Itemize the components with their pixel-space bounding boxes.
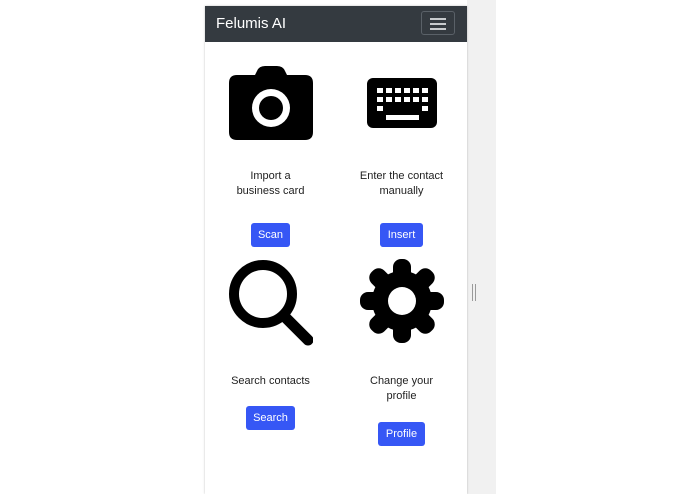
resize-handle[interactable] <box>472 284 477 301</box>
profile-button[interactable]: Profile <box>378 422 425 446</box>
app-frame: Felumis AI Import a business card Scan E… <box>205 6 467 494</box>
camera-icon <box>229 66 313 140</box>
search-button[interactable]: Search <box>246 406 295 430</box>
card-caption: Import a business card <box>236 170 305 197</box>
card-caption: Change your profile <box>370 375 433 402</box>
card-profile: Change your profile Profile <box>336 256 467 456</box>
card-caption: Enter the contact manually <box>359 170 444 197</box>
menu-toggle-button[interactable] <box>421 11 455 35</box>
gear-icon <box>360 259 444 343</box>
viewport-gutter <box>467 0 496 494</box>
insert-button[interactable]: Insert <box>380 223 423 247</box>
card-scan: Import a business card Scan <box>205 42 336 262</box>
search-icon <box>229 260 313 346</box>
hamburger-icon <box>430 18 446 20</box>
brand-title[interactable]: Felumis AI <box>216 15 286 33</box>
card-caption: Search contacts <box>231 375 310 387</box>
card-search: Search contacts Search <box>205 256 336 456</box>
scan-button[interactable]: Scan <box>251 223 290 247</box>
keyboard-icon <box>367 78 437 128</box>
card-insert: Enter the contact manually Insert <box>336 42 467 262</box>
navbar: Felumis AI <box>205 6 467 42</box>
